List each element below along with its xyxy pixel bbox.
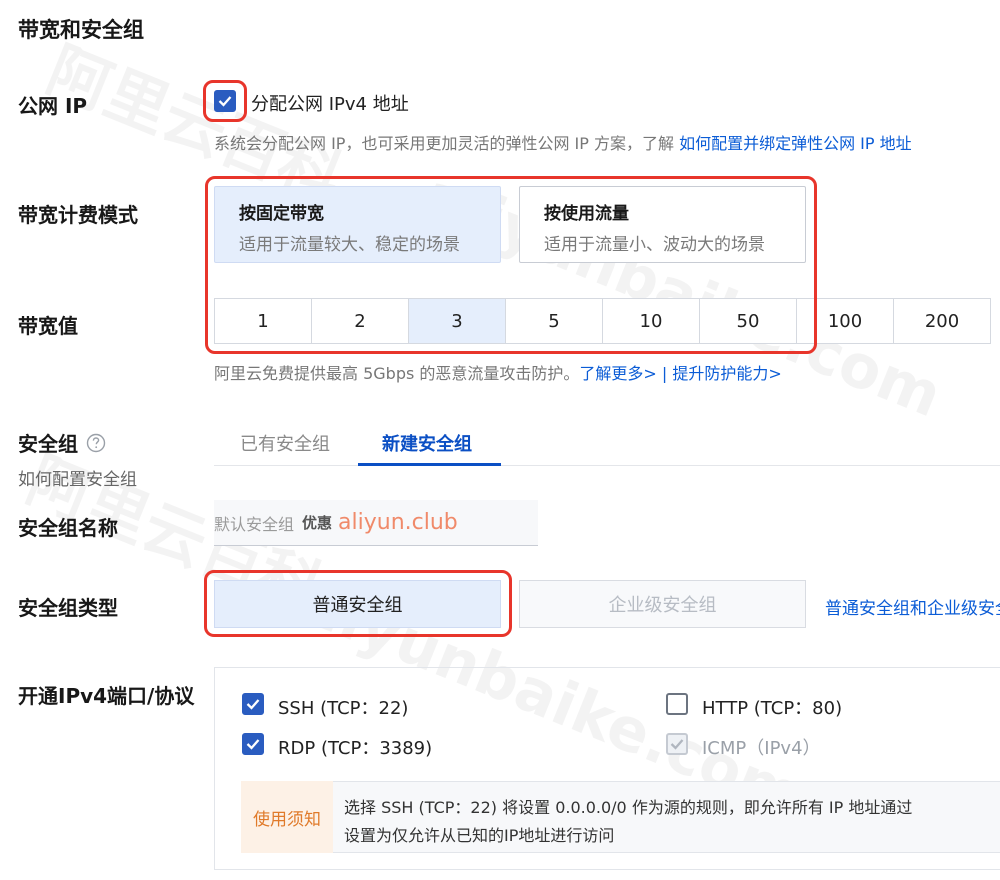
public-ip-checkbox-label[interactable]: 分配公网 IPv4 地址 bbox=[251, 90, 409, 116]
sg-type-enterprise[interactable]: 企业级安全组 bbox=[519, 580, 806, 628]
port-rdp-checkbox[interactable] bbox=[242, 733, 264, 755]
check-icon bbox=[246, 739, 260, 750]
security-group-label-wrap: 安全组 bbox=[18, 428, 106, 457]
sg-name-input[interactable]: 默认安全组 优惠 aliyun.club bbox=[214, 500, 538, 546]
sg-name-label: 安全组名称 bbox=[18, 516, 118, 540]
port-ssh-label[interactable]: SSH (TCP：22) bbox=[278, 694, 408, 720]
upgrade-protection-link[interactable]: 提升防护能力> bbox=[672, 364, 781, 383]
check-icon bbox=[670, 739, 684, 750]
section-title: 带宽和安全组 bbox=[18, 18, 144, 42]
tab-existing-sg[interactable]: 已有安全组 bbox=[240, 430, 330, 456]
question-circle-icon[interactable] bbox=[86, 433, 106, 453]
port-http-label[interactable]: HTTP (TCP：80) bbox=[702, 694, 842, 720]
check-icon bbox=[246, 699, 260, 710]
public-ip-label: 公网 IP bbox=[18, 94, 88, 118]
promo-site: aliyun.club bbox=[338, 510, 458, 535]
promo-prefix: 优惠 bbox=[302, 514, 333, 532]
notice-line-2: 设置为仅允许从已知的IP地址进行访问 bbox=[344, 826, 615, 845]
bandwidth-label: 带宽值 bbox=[18, 314, 78, 338]
public-ip-checkbox[interactable] bbox=[214, 90, 236, 112]
notice-title: 使用须知 bbox=[241, 781, 333, 853]
link-separator: | bbox=[661, 364, 668, 383]
tab-new-sg[interactable]: 新建安全组 bbox=[382, 430, 472, 456]
learn-more-link[interactable]: 了解更多> bbox=[579, 364, 656, 383]
sg-type-compare-link[interactable]: 普通安全组和企业级安全组 bbox=[825, 594, 1000, 619]
bandwidth-option-200[interactable]: 200 bbox=[893, 298, 991, 344]
port-rdp-label[interactable]: RDP (TCP：3389) bbox=[278, 734, 432, 760]
tab-divider bbox=[214, 465, 1000, 466]
highlight-ring bbox=[204, 570, 512, 637]
active-tab-indicator bbox=[358, 463, 501, 466]
port-http-checkbox[interactable] bbox=[666, 693, 688, 715]
port-icmp-checkbox[interactable] bbox=[666, 733, 688, 755]
highlight-ring bbox=[205, 176, 817, 354]
notice-line-1: 选择 SSH (TCP：22) 将设置 0.0.0.0/0 作为源的规则，即允许… bbox=[344, 798, 913, 817]
ports-label: 开通IPv4端口/协议 bbox=[18, 684, 195, 708]
security-group-guide[interactable]: 如何配置安全组 bbox=[18, 465, 137, 490]
ddos-hint: 阿里云免费提供最高 5Gbps 的恶意流量攻击防护。 bbox=[214, 364, 580, 383]
check-icon bbox=[218, 96, 232, 107]
eip-guide-link[interactable]: 如何配置并绑定弹性公网 IP 地址 bbox=[679, 134, 912, 153]
port-icmp-label[interactable]: ICMP（IPv4） bbox=[702, 734, 821, 760]
sg-type-label: 安全组类型 bbox=[18, 596, 118, 620]
public-ip-hint: 系统会分配公网 IP，也可采用更加灵活的弹性公网 IP 方案，了解 bbox=[214, 134, 674, 153]
sg-name-placeholder: 默认安全组 bbox=[214, 514, 295, 534]
security-group-label: 安全组 bbox=[18, 432, 78, 456]
port-ssh-checkbox[interactable] bbox=[242, 693, 264, 715]
billing-mode-label: 带宽计费模式 bbox=[18, 203, 138, 227]
